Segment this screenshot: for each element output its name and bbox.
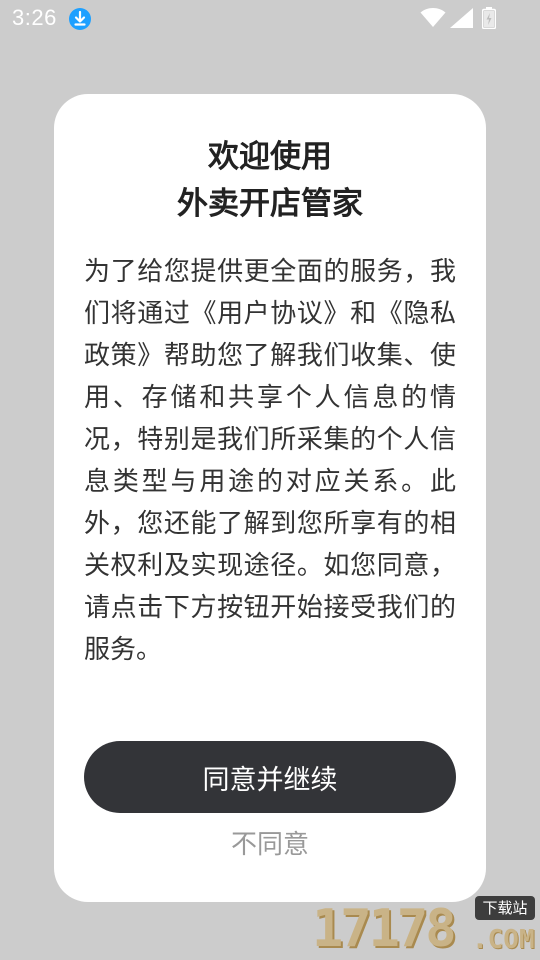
watermark-logo: 17178 下载站 .COM [312,896,538,958]
watermark-badge: 下载站 [475,896,535,920]
watermark-com: .COM [472,925,535,955]
status-time: 3:26 [12,5,57,30]
disagree-button[interactable]: 不同意 [54,825,486,865]
dialog-body: 为了给您提供更全面的服务，我们将通过《用户协议》和《隐私政策》帮助您了解我们收集… [84,257,456,665]
agree-continue-button[interactable]: 同意并继续 [84,741,456,813]
dialog-title-line1: 欢迎使用 [208,139,332,175]
download-icon [69,8,91,30]
status-icons [420,6,500,30]
dialog-title-line2: 外卖开店管家 [177,186,363,222]
wifi-icon [420,8,446,27]
watermark-digits: 17178 [312,899,457,959]
status-bar: 3:26 [0,0,540,38]
signal-icon [450,8,473,28]
dialog-title: 欢迎使用 外卖开店管家 [54,134,486,228]
battery-icon [482,7,496,29]
privacy-dialog: 欢迎使用 外卖开店管家 为了给您提供更全面的服务，我们将通过《用户协议》和《隐私… [54,94,486,902]
